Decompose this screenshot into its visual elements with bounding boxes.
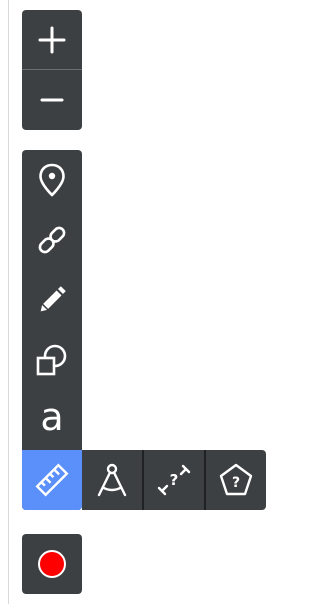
distance-icon: ? — [156, 462, 192, 498]
area-tool-button[interactable]: ? — [206, 450, 266, 510]
compass-icon — [95, 462, 129, 498]
draw-tool-button[interactable] — [22, 270, 82, 330]
text-icon: a — [40, 395, 64, 439]
link-icon — [35, 223, 69, 257]
shapes-icon — [35, 343, 69, 377]
marker-tool-button[interactable] — [22, 150, 82, 210]
measure-options-flyout: ? ? — [82, 450, 266, 510]
link-tool-button[interactable] — [22, 210, 82, 270]
page-left-border — [0, 0, 9, 604]
zoom-controls — [22, 10, 82, 130]
distance-tool-button[interactable]: ? — [144, 450, 204, 510]
measure-tool-button[interactable] — [22, 450, 82, 510]
svg-text:?: ? — [170, 471, 179, 489]
ruler-icon — [35, 463, 69, 497]
record-button[interactable] — [22, 534, 82, 594]
text-tool-button[interactable]: a — [22, 390, 82, 450]
plus-icon — [38, 26, 66, 54]
record-icon — [37, 549, 67, 579]
svg-text:?: ? — [232, 475, 240, 491]
polygon-question-icon: ? — [218, 462, 254, 498]
zoom-in-button[interactable] — [22, 10, 82, 70]
drawing-tools: a — [22, 150, 82, 510]
minus-icon — [40, 88, 64, 112]
compass-tool-button[interactable] — [82, 450, 142, 510]
map-pin-icon — [38, 163, 66, 197]
record-control — [22, 534, 82, 594]
shapes-tool-button[interactable] — [22, 330, 82, 390]
pencil-icon — [35, 283, 69, 317]
zoom-out-button[interactable] — [22, 70, 82, 130]
